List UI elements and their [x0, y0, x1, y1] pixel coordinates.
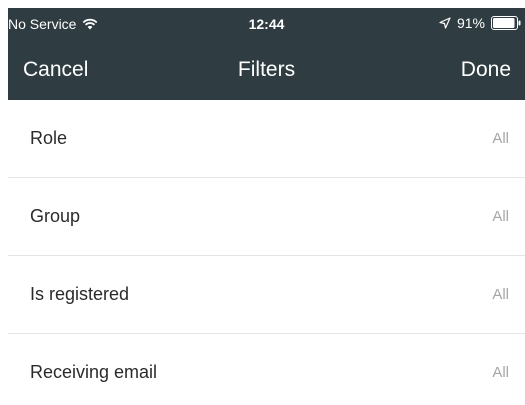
filter-label: Group: [30, 206, 81, 226]
battery-icon: [491, 16, 521, 30]
filter-value: All: [492, 364, 509, 381]
filter-label: Role: [30, 128, 68, 148]
filter-list: Role All Group All Is registered All Rec…: [8, 100, 525, 405]
battery-percent: 91%: [456, 15, 485, 31]
done-button[interactable]: Done: [461, 58, 511, 82]
filter-value: All: [492, 286, 509, 303]
filter-label: Is registered: [30, 284, 130, 304]
filter-value: All: [492, 208, 509, 225]
app-header: No Service 12:44 91% Cancel Filters Done: [8, 8, 525, 100]
status-right: 91%: [439, 15, 521, 31]
nav-bar: Cancel Filters Done: [8, 50, 525, 98]
filter-row-is-registered[interactable]: Is registered All: [8, 256, 525, 334]
filter-value: All: [492, 130, 509, 147]
filter-row-receiving-email[interactable]: Receiving email All: [8, 334, 525, 405]
page-title: Filters: [237, 58, 296, 81]
status-bar: No Service 12:44 91%: [8, 8, 525, 38]
filter-row-role[interactable]: Role All: [8, 100, 525, 178]
filter-label: Receiving email: [30, 362, 158, 382]
filter-row-group[interactable]: Group All: [8, 178, 525, 256]
location-arrow-icon: [439, 17, 451, 29]
